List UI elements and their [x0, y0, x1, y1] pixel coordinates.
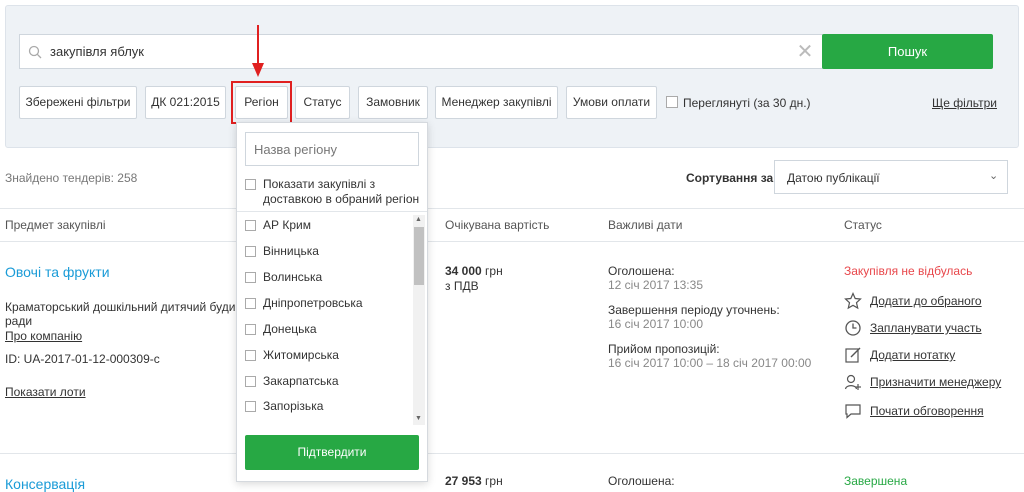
- delivery-checkbox[interactable]: [245, 179, 256, 190]
- region-label: Донецька: [263, 322, 317, 336]
- saved-filters-button[interactable]: Збережені фільтри: [19, 86, 137, 119]
- start-discussion-label[interactable]: Почати обговорення: [870, 404, 984, 418]
- tender-org-suffix: ради: [5, 314, 33, 328]
- show-lots-link[interactable]: Показати лоти: [5, 385, 86, 399]
- assign-manager-label[interactable]: Призначити менеджеру: [870, 375, 1001, 389]
- sort-value: Датою публікації: [787, 171, 880, 185]
- viewed-label: Переглянуті (за 30 дн.): [683, 96, 811, 110]
- sort-label: Сортування за: [686, 171, 774, 185]
- about-company-link[interactable]: Про компанію: [5, 329, 82, 343]
- divider: [237, 211, 427, 212]
- region-checkbox[interactable]: [245, 272, 256, 283]
- status-badge: Завершена: [844, 474, 908, 488]
- tender-id: ID: UA-2017-01-12-000309-c: [5, 352, 160, 366]
- region-list: АР Крим Вінницька Волинська Дніпропетров…: [237, 213, 427, 427]
- status-badge: Закупівля не відбулась: [844, 264, 973, 278]
- amount-value: 27 953: [445, 474, 482, 488]
- scroll-up-icon[interactable]: ▲: [415, 216, 422, 223]
- amount-value: 34 000: [445, 264, 482, 278]
- region-label: Дніпропетровська: [263, 296, 363, 310]
- tender-amount: 34 000 грн: [445, 264, 503, 278]
- tender-vat: з ПДВ: [445, 279, 479, 293]
- search-panel: [5, 5, 1019, 148]
- clarify-label: Завершення періоду уточнень:: [608, 303, 780, 317]
- region-dropdown: Показати закупівлі з доставкою в обраний…: [236, 122, 428, 482]
- search-icon: [28, 45, 42, 59]
- announced-date: 12 січ 2017 13:35: [608, 278, 703, 292]
- viewed-checkbox[interactable]: [666, 96, 678, 108]
- region-label: Запорізька: [263, 399, 324, 413]
- amount-currency: грн: [485, 474, 503, 488]
- status-filter-button[interactable]: Статус: [295, 86, 350, 119]
- dk-filter-button[interactable]: ДК 021:2015: [145, 86, 226, 119]
- region-highlight-box: [231, 81, 292, 124]
- region-checkbox[interactable]: [245, 324, 256, 335]
- plan-participation-label[interactable]: Запланувати участь: [870, 321, 982, 335]
- region-checkbox[interactable]: [245, 246, 256, 257]
- offers-label: Прийом пропозицій:: [608, 342, 720, 356]
- edit-icon: [845, 347, 861, 363]
- region-checkbox[interactable]: [245, 298, 256, 309]
- region-label: Закарпатська: [263, 374, 339, 388]
- scroll-down-icon[interactable]: ▼: [415, 415, 422, 422]
- star-icon: [844, 292, 862, 310]
- announced-label: Оголошена:: [608, 264, 675, 278]
- region-label: Житомирська: [263, 348, 339, 362]
- region-search-input[interactable]: [245, 132, 419, 166]
- announced-label: Оголошена:: [608, 474, 675, 488]
- clock-icon: [845, 320, 861, 336]
- region-checkbox[interactable]: [245, 401, 256, 412]
- tender-org: Краматорський дошкільний дитячий будинок: [5, 300, 254, 314]
- divider: [0, 208, 1024, 209]
- search-input[interactable]: [50, 35, 750, 68]
- chevron-down-icon: ⌄: [989, 170, 999, 182]
- more-filters-link[interactable]: Ще фільтри: [932, 96, 997, 110]
- region-label: Вінницька: [263, 244, 319, 258]
- column-status: Статус: [844, 218, 882, 232]
- region-checkbox[interactable]: [245, 376, 256, 387]
- divider: [0, 453, 1024, 454]
- region-checkbox[interactable]: [245, 220, 256, 231]
- tender-title[interactable]: Овочі та фрукти: [5, 264, 110, 280]
- delivery-label: Показати закупівлі з доставкою в обраний…: [263, 177, 420, 206]
- add-favorite-label[interactable]: Додати до обраного: [870, 294, 982, 308]
- scrollbar-thumb[interactable]: [414, 227, 424, 285]
- arrow-down-icon: [252, 25, 264, 77]
- add-note-label[interactable]: Додати нотатку: [870, 348, 955, 362]
- found-count: Знайдено тендерів: 258: [5, 171, 138, 185]
- search-box[interactable]: ✕: [19, 34, 823, 69]
- chat-icon: [845, 404, 861, 419]
- region-checkbox[interactable]: [245, 350, 256, 361]
- divider: [0, 241, 1024, 242]
- column-value: Очікувана вартість: [445, 218, 550, 232]
- close-icon[interactable]: ✕: [796, 42, 814, 62]
- clarify-date: 16 січ 2017 10:00: [608, 317, 703, 331]
- sort-select[interactable]: Датою публікації ⌄: [774, 160, 1008, 194]
- tender-amount: 27 953 грн: [445, 474, 503, 488]
- confirm-button[interactable]: Підтвердити: [245, 435, 419, 470]
- payment-filter-button[interactable]: Умови оплати: [566, 86, 657, 119]
- region-label: Волинська: [263, 270, 323, 284]
- search-button[interactable]: Пошук: [822, 34, 993, 69]
- region-label: АР Крим: [263, 218, 311, 232]
- column-subject: Предмет закупівлі: [5, 218, 106, 232]
- customer-filter-button[interactable]: Замовник: [358, 86, 428, 119]
- column-dates: Важливі дати: [608, 218, 683, 232]
- manager-filter-button[interactable]: Менеджер закупівлі: [435, 86, 558, 119]
- offers-date: 16 січ 2017 10:00 – 18 січ 2017 00:00: [608, 356, 812, 370]
- amount-currency: грн: [485, 264, 503, 278]
- tender-title[interactable]: Консервація: [5, 476, 85, 492]
- add-user-icon: [844, 374, 861, 390]
